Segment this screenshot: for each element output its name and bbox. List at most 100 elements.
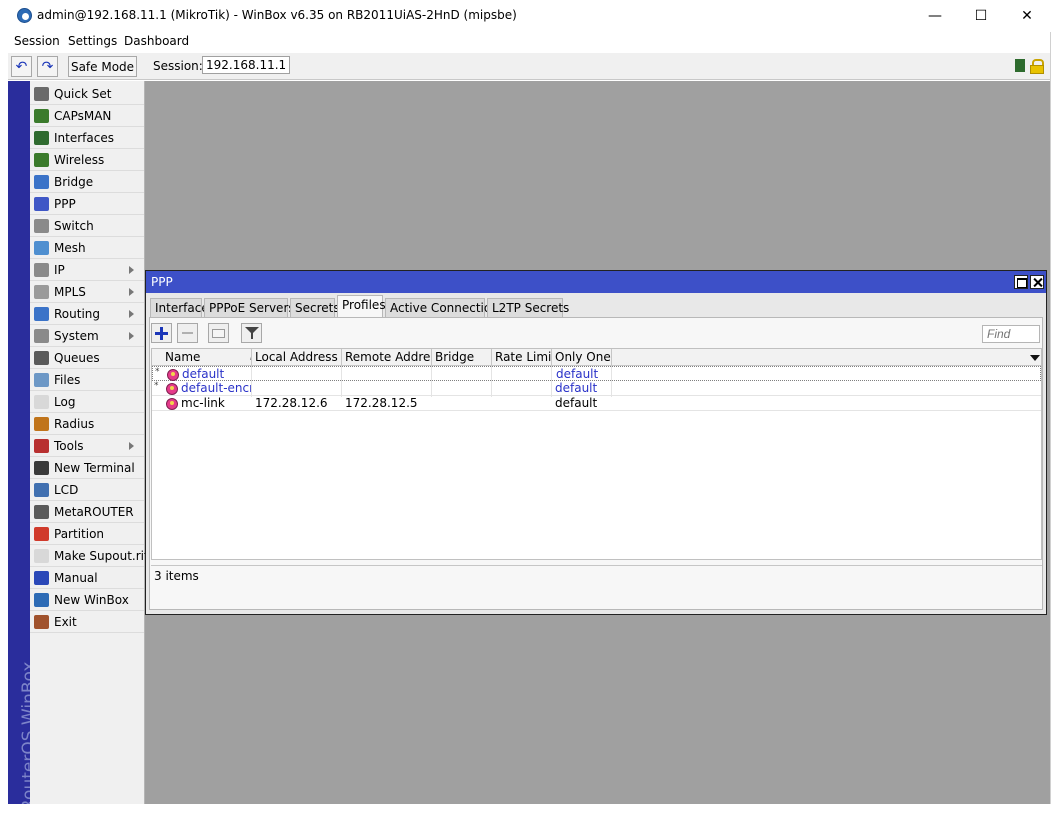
sidebar-item-label: PPP [54, 197, 76, 211]
find-input[interactable] [982, 325, 1040, 343]
sidebar-item-routing[interactable]: Routing [30, 303, 144, 325]
sidebar-item-label: LCD [54, 483, 79, 497]
redo-button[interactable]: ↷ [37, 56, 58, 77]
maximize-button[interactable]: ☐ [958, 0, 1004, 32]
remove-button[interactable] [177, 323, 198, 343]
sidebar-item-label: New Terminal [54, 461, 135, 475]
submenu-arrow-icon [129, 310, 134, 318]
ppp-title-bar[interactable]: PPP [146, 271, 1046, 293]
safe-mode-button[interactable]: Safe Mode [68, 56, 137, 77]
sidebar-item-switch[interactable]: Switch [30, 215, 144, 237]
add-button[interactable] [151, 323, 172, 343]
menu-session[interactable]: Session [14, 34, 60, 48]
column-local-address[interactable]: Local Address [252, 349, 342, 366]
queues-icon [34, 351, 49, 365]
sidebar-item-label: CAPsMAN [54, 109, 112, 123]
supout-icon [34, 549, 49, 563]
sidebar-item-label: Interfaces [54, 131, 114, 145]
menu-settings[interactable]: Settings [68, 34, 117, 48]
sidebar-item-label: Tools [54, 439, 84, 453]
sidebar-item-log[interactable]: Log [30, 391, 144, 413]
window-title: admin@192.168.11.1 (MikroTik) - WinBox v… [37, 8, 517, 22]
sidebar-menu: Quick Set CAPsMAN Interfaces Wireless Bridge… [30, 81, 148, 804]
minimize-button[interactable]: — [912, 0, 958, 32]
tab-secrets[interactable]: Secrets [290, 298, 340, 317]
column-rate-limit[interactable]: Rate Limit... [492, 349, 552, 366]
capsman-icon [34, 109, 49, 123]
tab-active-connections[interactable]: Active Connections [385, 298, 505, 317]
sidebar-item-label: Partition [54, 527, 105, 541]
sidebar-item-label: Log [54, 395, 76, 409]
cell-only-one: default [555, 381, 598, 395]
column-bridge[interactable]: Bridge [432, 349, 492, 366]
sidebar-item-ip[interactable]: IP [30, 259, 144, 281]
column-name[interactable]: Name ∕ [162, 349, 252, 366]
sidebar-item-label: Wireless [54, 153, 105, 167]
cell-bridge [432, 396, 492, 411]
cell-bridge [433, 367, 493, 382]
sidebar-item-quick-set[interactable]: Quick Set [30, 83, 144, 105]
sidebar-item-partition[interactable]: Partition [30, 523, 144, 545]
sidebar-item-mpls[interactable]: MPLS [30, 281, 144, 303]
filter-button[interactable] [241, 323, 262, 343]
sidebar-item-label: Radius [54, 417, 95, 431]
brand-strip: RouterOS WinBox [8, 81, 39, 811]
cell-local-address [252, 381, 342, 396]
sidebar-item-label: Make Supout.rif [54, 549, 149, 563]
sidebar-item-lcd[interactable]: LCD [30, 479, 144, 501]
bridge-icon [34, 175, 49, 189]
table-row[interactable]: * default-encr... default [152, 381, 1041, 396]
menu-dashboard[interactable]: Dashboard [124, 34, 189, 48]
sidebar-item-system[interactable]: System [30, 325, 144, 347]
sidebar-item-radius[interactable]: Radius [30, 413, 144, 435]
ppp-window-title: PPP [151, 275, 173, 289]
submenu-arrow-icon [129, 442, 134, 450]
files-icon [34, 373, 49, 387]
close-button[interactable]: ✕ [1004, 0, 1050, 32]
undo-button[interactable]: ↶ [11, 56, 32, 77]
sidebar-item-label: Routing [54, 307, 101, 321]
comment-button[interactable] [208, 323, 229, 343]
sidebar-item-files[interactable]: Files [30, 369, 144, 391]
sidebar-item-tools[interactable]: Tools [30, 435, 144, 457]
sidebar-item-new-terminal[interactable]: New Terminal [30, 457, 144, 479]
sidebar-item-bridge[interactable]: Bridge [30, 171, 144, 193]
partition-icon [34, 527, 49, 541]
tools-icon [34, 439, 49, 453]
sidebar-item-make-supout-rif[interactable]: Make Supout.rif [30, 545, 148, 567]
cell-remote-address [343, 367, 433, 382]
winbox-icon [34, 593, 49, 607]
tab-l2tp-secrets[interactable]: L2TP Secrets [487, 298, 569, 317]
items-count: 3 items [151, 565, 1042, 585]
column-remote-address[interactable]: Remote Address [342, 349, 432, 366]
profiles-table: Name ∕ Local Address Remote Address Brid… [151, 348, 1042, 560]
sidebar-item-new-winbox[interactable]: New WinBox [30, 589, 144, 611]
sidebar-item-ppp[interactable]: PPP [30, 193, 144, 215]
sidebar-item-queues[interactable]: Queues [30, 347, 144, 369]
tab-pppoe-servers[interactable]: PPPoE Servers [204, 298, 295, 317]
tab-profiles[interactable]: Profiles [337, 295, 386, 318]
sidebar-item-label: Quick Set [54, 87, 112, 101]
table-row[interactable]: * default default [152, 366, 1041, 381]
tab-interface[interactable]: Interface [150, 298, 209, 317]
profile-icon [167, 369, 179, 381]
table-row[interactable]: mc-link 172.28.12.6 172.28.12.5 default [152, 396, 1041, 411]
ppp-maximize-button[interactable] [1014, 275, 1028, 289]
sidebar-item-interfaces[interactable]: Interfaces [30, 127, 144, 149]
sidebar-item-exit[interactable]: Exit [30, 611, 144, 633]
sidebar-item-wireless[interactable]: Wireless [30, 149, 144, 171]
ppp-close-button[interactable] [1030, 275, 1044, 289]
log-icon [34, 395, 49, 409]
columns-dropdown-icon[interactable] [1030, 355, 1040, 361]
sidebar-item-capsman[interactable]: CAPsMAN [30, 105, 144, 127]
cell-name: default [182, 367, 225, 381]
column-only-one[interactable]: Only One [552, 349, 612, 366]
sidebar-item-manual[interactable]: Manual [30, 567, 144, 589]
sidebar-item-mesh[interactable]: Mesh [30, 237, 144, 259]
ip-icon [34, 263, 49, 277]
exit-icon [34, 615, 49, 629]
comment-icon [212, 329, 225, 338]
submenu-arrow-icon [129, 288, 134, 296]
sidebar-item-metarouter[interactable]: MetaROUTER [30, 501, 144, 523]
table-header: Name ∕ Local Address Remote Address Brid… [152, 349, 1041, 366]
